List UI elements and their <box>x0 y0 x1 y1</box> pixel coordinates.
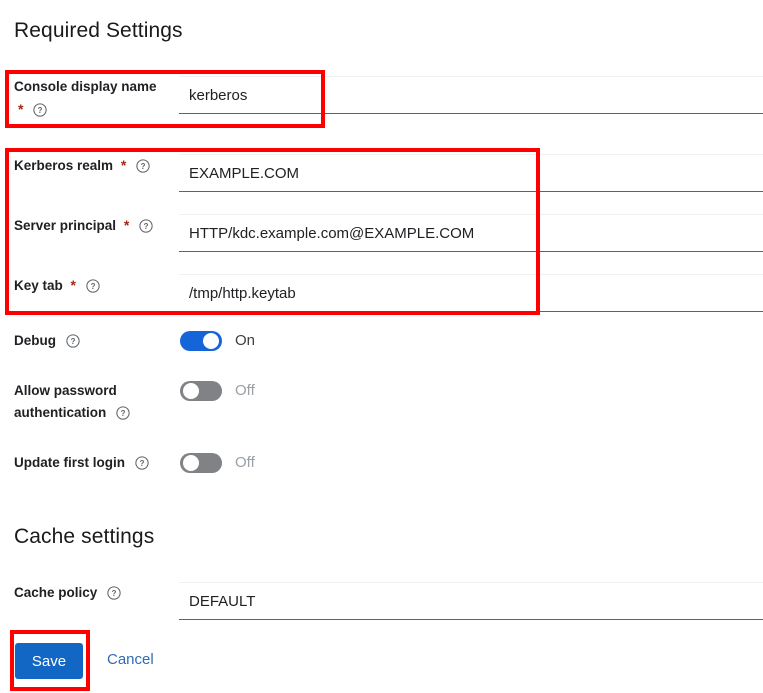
svg-text:?: ? <box>144 222 149 231</box>
debug-toggle[interactable] <box>180 331 222 351</box>
help-circle-icon[interactable]: ? <box>116 406 130 420</box>
cache-settings-title: Cache settings <box>14 525 155 548</box>
required-asterisk: * <box>18 101 24 117</box>
form-row-server-principal: Server principal * ? <box>0 214 763 274</box>
field-wrap-kerberos-realm <box>179 154 763 192</box>
label-update-first-login: Update first login ? <box>14 452 189 474</box>
svg-text:?: ? <box>121 409 126 418</box>
help-circle-icon[interactable]: ? <box>107 586 121 600</box>
kerberos-realm-input[interactable] <box>179 154 763 192</box>
toggle-knob <box>183 455 199 471</box>
form-row-key-tab: Key tab * ? <box>0 274 763 334</box>
form-row-console-display-name: Console display name * ? <box>0 76 763 136</box>
label-text-line1: Allow password <box>14 383 117 398</box>
update-first-login-toggle-state: Off <box>235 454 255 471</box>
help-circle-icon[interactable]: ? <box>136 159 150 173</box>
label-console-display-name: Console display name * ? <box>14 76 179 121</box>
form-row-update-first-login: Update first login ? Off <box>0 452 763 478</box>
help-circle-icon[interactable]: ? <box>86 279 100 293</box>
form-row-allow-password-authentication: Allow password authentication ? Off <box>0 380 763 426</box>
label-debug: Debug ? <box>14 330 179 352</box>
help-circle-icon[interactable]: ? <box>135 456 149 470</box>
required-asterisk: * <box>70 277 76 293</box>
help-circle-icon[interactable]: ? <box>33 103 47 117</box>
svg-text:?: ? <box>141 162 146 171</box>
toggle-knob <box>183 383 199 399</box>
required-asterisk: * <box>120 157 127 173</box>
allow-password-authentication-toggle[interactable] <box>180 381 222 401</box>
label-text: Kerberos realm <box>14 158 114 173</box>
form-row-cache-policy: Cache policy ? <box>0 582 763 642</box>
label-text: Cache policy <box>14 585 98 600</box>
form-row-kerberos-realm: Kerberos realm * ? <box>0 154 763 214</box>
svg-text:?: ? <box>70 337 75 346</box>
update-first-login-toggle[interactable] <box>180 453 222 473</box>
cancel-button[interactable]: Cancel <box>107 651 154 668</box>
label-text: Key tab <box>14 278 63 293</box>
label-kerberos-realm: Kerberos realm * ? <box>14 154 179 177</box>
help-circle-icon[interactable]: ? <box>139 219 153 233</box>
required-asterisk: * <box>123 217 130 233</box>
label-text: Debug <box>14 333 56 348</box>
label-text: Update first login <box>14 455 125 470</box>
key-tab-input[interactable] <box>179 274 763 312</box>
form-row-debug: Debug ? On <box>0 330 763 356</box>
svg-text:?: ? <box>139 459 144 468</box>
label-server-principal: Server principal * ? <box>14 214 179 237</box>
label-text: Server principal <box>14 218 117 233</box>
field-wrap-console-display-name <box>179 76 763 114</box>
page-title: Required Settings <box>14 19 183 42</box>
label-key-tab: Key tab * ? <box>14 274 179 297</box>
svg-text:?: ? <box>38 106 43 115</box>
svg-text:?: ? <box>90 282 95 291</box>
svg-text:?: ? <box>112 589 117 598</box>
field-wrap-key-tab <box>179 274 763 312</box>
debug-toggle-state: On <box>235 332 256 349</box>
server-principal-input[interactable] <box>179 214 763 252</box>
label-cache-policy: Cache policy ? <box>14 582 179 604</box>
cache-policy-input[interactable] <box>179 582 763 620</box>
label-text-line2: authentication <box>14 405 107 420</box>
allow-password-authentication-toggle-state: Off <box>235 382 255 399</box>
toggle-knob <box>203 333 219 349</box>
label-text: Console display name <box>14 79 157 94</box>
save-button[interactable]: Save <box>15 643 83 679</box>
field-wrap-server-principal <box>179 214 763 252</box>
field-wrap-cache-policy <box>179 582 763 620</box>
help-circle-icon[interactable]: ? <box>66 334 80 348</box>
console-display-name-input[interactable] <box>179 76 763 114</box>
label-allow-password-authentication: Allow password authentication ? <box>14 380 179 424</box>
